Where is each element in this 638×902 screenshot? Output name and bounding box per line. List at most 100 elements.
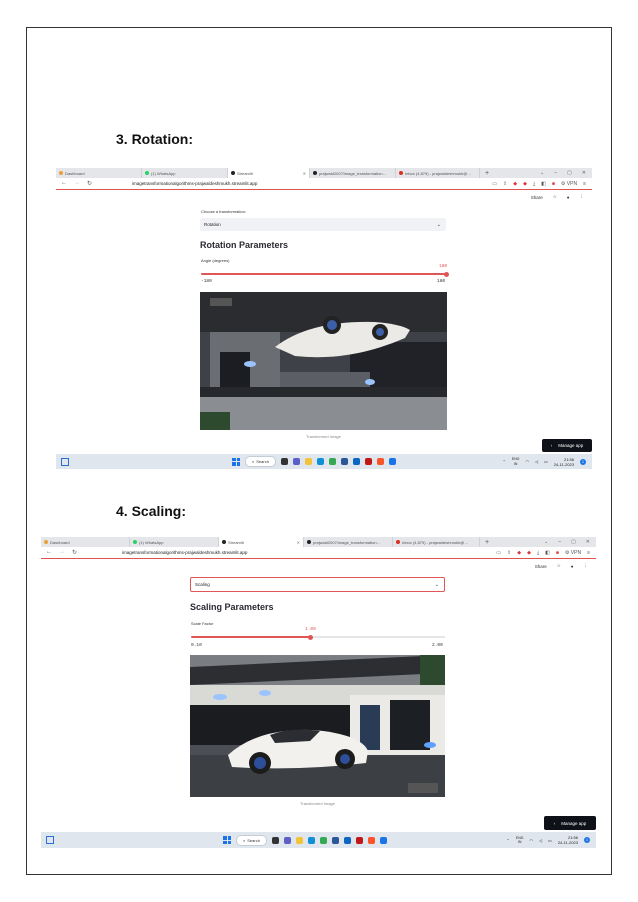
brave-icon[interactable] bbox=[367, 836, 375, 844]
battery-icon[interactable]: ▭ bbox=[548, 838, 552, 843]
tab-dashboard[interactable]: Dashboard bbox=[41, 537, 130, 547]
taskbar-search[interactable]: ⌕ Search bbox=[236, 834, 267, 846]
notification-badge[interactable]: 1 bbox=[584, 837, 590, 843]
close-icon[interactable]: ✕ bbox=[582, 170, 586, 176]
chevron-down-icon[interactable]: ⌄ bbox=[544, 539, 548, 545]
forward-icon[interactable]: → bbox=[59, 549, 65, 556]
forward-icon[interactable]: → bbox=[74, 180, 80, 187]
task-view-icon[interactable] bbox=[280, 458, 288, 465]
vpn-icon[interactable]: ⚙ VPN bbox=[561, 181, 577, 187]
download-icon[interactable]: ⤓ bbox=[533, 181, 535, 187]
manage-app-button[interactable]: ‹ Manage app bbox=[542, 439, 592, 452]
file-explorer-icon[interactable] bbox=[295, 836, 303, 844]
tab-github[interactable]: prajwald2007/image_transformation… bbox=[310, 168, 396, 178]
new-tab-icon[interactable]: + bbox=[480, 170, 494, 177]
cast-icon[interactable]: ▭ bbox=[492, 181, 497, 187]
cast-icon[interactable]: ▭ bbox=[496, 550, 501, 556]
store-icon[interactable] bbox=[331, 836, 339, 844]
tab-whatsapp[interactable]: (1) WhatsApp bbox=[142, 168, 228, 178]
battery-icon[interactable]: ▭ bbox=[544, 459, 548, 464]
tab-github[interactable]: prajwald2007/image_transformation… bbox=[304, 537, 393, 547]
close-icon[interactable]: ✕ bbox=[586, 539, 590, 545]
taskbar-search[interactable]: ⌕ Search bbox=[245, 456, 276, 467]
task-view-icon[interactable] bbox=[271, 836, 279, 844]
reload-icon[interactable]: ↻ bbox=[87, 180, 92, 187]
transformation-select[interactable]: Scaling ⌄ bbox=[190, 577, 445, 592]
manage-app-button[interactable]: ‹ Manage app bbox=[544, 816, 596, 830]
scale-slider[interactable] bbox=[191, 634, 445, 640]
language-indicator[interactable]: ENG IN bbox=[516, 836, 524, 845]
share-icon[interactable]: ⇪ bbox=[503, 181, 507, 187]
linkedin-icon[interactable] bbox=[343, 836, 351, 844]
chrome-icon[interactable] bbox=[328, 458, 336, 465]
mcafee-icon[interactable] bbox=[355, 836, 363, 844]
share-button[interactable]: Share bbox=[531, 195, 543, 200]
slider-thumb[interactable] bbox=[444, 271, 449, 277]
vpn-icon[interactable]: ⚙ VPN bbox=[565, 550, 581, 556]
back-icon[interactable]: ← bbox=[61, 180, 67, 187]
sidebar-icon[interactable]: ◧ bbox=[545, 550, 550, 556]
windows-start-icon[interactable] bbox=[223, 836, 231, 844]
extension-icon[interactable]: ■ bbox=[552, 181, 555, 187]
mcafee-icon[interactable] bbox=[364, 458, 372, 465]
widgets-icon[interactable] bbox=[46, 836, 54, 844]
teams-icon[interactable] bbox=[292, 458, 300, 465]
tab-streamlit[interactable]: Streamlit ✕ bbox=[228, 168, 310, 178]
minimize-icon[interactable]: – bbox=[558, 539, 561, 545]
url-field[interactable]: imagetransformationalgorithms-prajwaldes… bbox=[132, 181, 257, 186]
file-explorer-icon[interactable] bbox=[304, 458, 312, 465]
extension-icon[interactable]: ◆ bbox=[527, 550, 531, 556]
notification-badge[interactable]: 1 bbox=[580, 458, 586, 465]
tab-gmail[interactable]: Inbox (4,879) - prajwaldeshmukh@… bbox=[396, 168, 480, 178]
teams-icon[interactable] bbox=[283, 836, 291, 844]
wifi-icon[interactable]: ◠ bbox=[529, 838, 533, 843]
clock[interactable]: 21:56 24-11-2023 bbox=[554, 457, 574, 467]
tab-whatsapp[interactable]: (1) WhatsApp bbox=[130, 537, 219, 547]
star-icon[interactable]: ☆ bbox=[553, 194, 557, 200]
sidebar-icon[interactable]: ◧ bbox=[541, 181, 546, 187]
edge-icon[interactable] bbox=[307, 836, 315, 844]
brave-icon[interactable] bbox=[376, 458, 384, 465]
edge-icon[interactable] bbox=[316, 458, 324, 465]
extension-icon[interactable]: ◆ bbox=[513, 181, 517, 187]
maximize-icon[interactable]: ▢ bbox=[567, 170, 572, 176]
close-tab-icon[interactable]: ✕ bbox=[297, 540, 300, 545]
transformation-select[interactable]: Rotation ⌄ bbox=[200, 218, 446, 231]
store-icon[interactable] bbox=[340, 458, 348, 465]
maximize-icon[interactable]: ▢ bbox=[571, 539, 576, 545]
reload-icon[interactable]: ↻ bbox=[72, 549, 77, 556]
wifi-icon[interactable]: ◠ bbox=[525, 459, 529, 464]
tab-dashboard[interactable]: Dashboard bbox=[56, 168, 142, 178]
back-icon[interactable]: ← bbox=[46, 549, 52, 556]
minimize-icon[interactable]: – bbox=[554, 170, 557, 176]
widgets-icon[interactable] bbox=[61, 457, 69, 466]
github-icon[interactable]: ● bbox=[567, 195, 570, 200]
windows-start-icon[interactable] bbox=[232, 457, 240, 466]
chevron-down-icon[interactable]: ⌄ bbox=[540, 170, 544, 176]
volume-icon[interactable]: ◁ bbox=[539, 838, 542, 843]
close-tab-icon[interactable]: ✕ bbox=[303, 171, 306, 176]
extension-icon[interactable]: ■ bbox=[556, 550, 559, 556]
angle-slider[interactable] bbox=[201, 271, 449, 277]
share-button[interactable]: Share bbox=[535, 564, 547, 569]
language-indicator[interactable]: ENG IN bbox=[512, 457, 520, 466]
volume-icon[interactable]: ◁ bbox=[535, 459, 538, 464]
tab-streamlit[interactable]: Streamlit ✕ bbox=[219, 537, 304, 547]
snipping-tool-icon[interactable] bbox=[379, 836, 387, 844]
snipping-tool-icon[interactable] bbox=[388, 458, 396, 465]
extension-icon[interactable]: ◆ bbox=[517, 550, 521, 556]
download-icon[interactable]: ⤓ bbox=[537, 550, 539, 556]
share-icon[interactable]: ⇪ bbox=[507, 550, 511, 556]
extension-icon[interactable]: ◆ bbox=[523, 181, 527, 187]
chevron-up-icon[interactable]: ⌃ bbox=[507, 838, 510, 843]
slider-thumb[interactable] bbox=[308, 634, 313, 640]
star-icon[interactable]: ☆ bbox=[557, 563, 561, 569]
new-tab-icon[interactable]: + bbox=[480, 539, 494, 546]
clock[interactable]: 21:56 24-11-2023 bbox=[558, 835, 578, 845]
tab-gmail[interactable]: Inbox (4,879) - prajwaldeshmukh@… bbox=[393, 537, 480, 547]
more-menu-icon[interactable]: ⋮ bbox=[580, 194, 585, 200]
menu-icon[interactable]: ≡ bbox=[583, 181, 586, 187]
linkedin-icon[interactable] bbox=[352, 458, 360, 465]
more-menu-icon[interactable]: ⋮ bbox=[584, 563, 589, 569]
github-icon[interactable]: ● bbox=[571, 564, 574, 569]
